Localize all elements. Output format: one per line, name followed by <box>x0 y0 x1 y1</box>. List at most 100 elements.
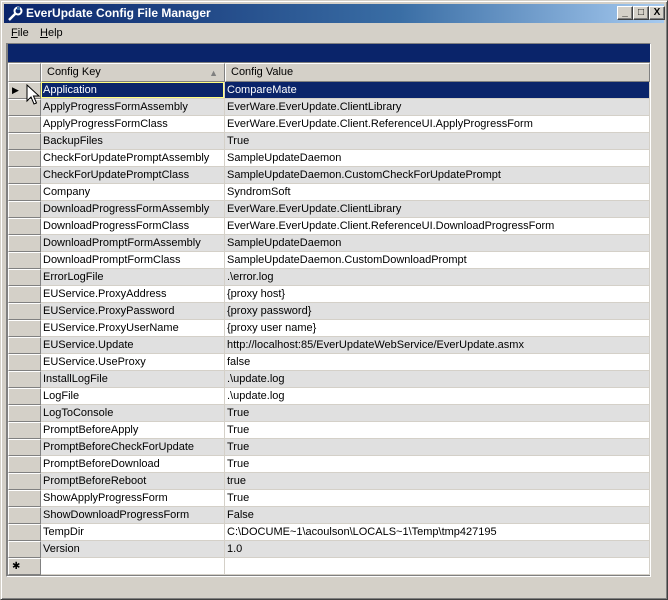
row-header[interactable] <box>8 286 41 303</box>
row-header[interactable] <box>8 388 41 405</box>
new-row-value-cell[interactable] <box>225 558 650 575</box>
config-key-cell[interactable]: LogFile <box>41 388 225 405</box>
config-key-cell[interactable]: EUService.ProxyAddress <box>41 286 225 303</box>
config-value-cell[interactable]: SampleUpdateDaemon <box>225 235 650 252</box>
config-key-cell[interactable]: PromptBeforeReboot <box>41 473 225 490</box>
config-value-cell[interactable]: EverWare.EverUpdate.Client.ReferenceUI.A… <box>225 116 650 133</box>
config-value-cell[interactable]: {proxy host} <box>225 286 650 303</box>
config-value-cell[interactable]: False <box>225 507 650 524</box>
config-value-cell[interactable]: .\update.log <box>225 388 650 405</box>
config-value-cell[interactable]: EverWare.EverUpdate.Client.ReferenceUI.D… <box>225 218 650 235</box>
config-key-cell[interactable]: BackupFiles <box>41 133 225 150</box>
config-key-cell[interactable]: EUService.ProxyUserName <box>41 320 225 337</box>
config-key-cell[interactable]: Version <box>41 541 225 558</box>
config-key-cell[interactable]: Application <box>41 82 225 99</box>
table-row[interactable]: ApplyProgressFormAssembly EverWare.EverUp… <box>8 99 650 116</box>
config-value-cell[interactable]: True <box>225 422 650 439</box>
config-key-cell[interactable]: EUService.UseProxy <box>41 354 225 371</box>
config-key-cell[interactable]: EUService.ProxyPassword <box>41 303 225 320</box>
row-header[interactable] <box>8 320 41 337</box>
row-header[interactable] <box>8 303 41 320</box>
config-key-cell[interactable]: PromptBeforeApply <box>41 422 225 439</box>
row-header[interactable] <box>8 218 41 235</box>
table-row[interactable]: LogToConsole True <box>8 405 650 422</box>
table-row[interactable]: ErrorLogFile .\error.log <box>8 269 650 286</box>
table-row[interactable]: ApplyProgressFormClass EverWare.EverUpdat… <box>8 116 650 133</box>
config-key-cell[interactable]: PromptBeforeDownload <box>41 456 225 473</box>
config-key-cell[interactable]: DownloadProgressFormClass <box>41 218 225 235</box>
header-corner[interactable] <box>8 63 41 82</box>
config-key-cell[interactable]: DownloadProgressFormAssembly <box>41 201 225 218</box>
table-row[interactable]: PromptBeforeDownload True <box>8 456 650 473</box>
table-row[interactable]: DownloadPromptFormClass SampleUpdateDaemo… <box>8 252 650 269</box>
config-value-cell[interactable]: C:\DOCUME~1\acoulson\LOCALS~1\Temp\tmp42… <box>225 524 650 541</box>
config-value-cell[interactable]: True <box>225 405 650 422</box>
column-header-config-value[interactable]: Config Value <box>225 63 650 82</box>
config-value-cell[interactable]: True <box>225 439 650 456</box>
table-row[interactable]: EUService.Update http://localhost:85/Ever… <box>8 337 650 354</box>
row-header[interactable] <box>8 235 41 252</box>
table-row[interactable]: DownloadPromptFormAssembly SampleUpdateDa… <box>8 235 650 252</box>
table-row[interactable]: Company SyndromSoft <box>8 184 650 201</box>
config-value-cell[interactable]: SyndromSoft <box>225 184 650 201</box>
table-row[interactable]: PromptBeforeApply True <box>8 422 650 439</box>
row-header[interactable] <box>8 422 41 439</box>
config-value-cell[interactable]: True <box>225 490 650 507</box>
config-key-cell[interactable]: TempDir <box>41 524 225 541</box>
table-row[interactable]: EUService.ProxyPassword {proxy password} <box>8 303 650 320</box>
row-header[interactable] <box>8 184 41 201</box>
config-grid[interactable]: Config Key ▲ Config Value ▶ Application Co… <box>6 43 651 577</box>
config-key-cell[interactable]: ErrorLogFile <box>41 269 225 286</box>
config-key-cell[interactable]: CheckForUpdatePromptAssembly <box>41 150 225 167</box>
config-key-cell[interactable]: ShowApplyProgressForm <box>41 490 225 507</box>
table-row[interactable]: CheckForUpdatePromptAssembly SampleUpdate… <box>8 150 650 167</box>
table-row[interactable]: InstallLogFile .\update.log <box>8 371 650 388</box>
row-header[interactable] <box>8 116 41 133</box>
close-button[interactable]: X <box>649 6 665 20</box>
row-header[interactable] <box>8 354 41 371</box>
row-header[interactable] <box>8 473 41 490</box>
config-value-cell[interactable]: .\error.log <box>225 269 650 286</box>
maximize-button[interactable]: □ <box>633 6 649 20</box>
row-header[interactable] <box>8 371 41 388</box>
config-key-cell[interactable]: LogToConsole <box>41 405 225 422</box>
table-row[interactable]: ShowApplyProgressForm True <box>8 490 650 507</box>
menu-file[interactable]: File <box>9 26 31 40</box>
config-value-cell[interactable]: .\update.log <box>225 371 650 388</box>
row-header[interactable] <box>8 439 41 456</box>
config-value-cell[interactable]: EverWare.EverUpdate.ClientLibrary <box>225 201 650 218</box>
row-header[interactable] <box>8 507 41 524</box>
table-row[interactable]: CheckForUpdatePromptClass SampleUpdateDae… <box>8 167 650 184</box>
config-value-cell[interactable]: CompareMate <box>225 82 650 99</box>
row-header[interactable] <box>8 456 41 473</box>
config-value-cell[interactable]: SampleUpdateDaemon.CustomDownloadPrompt <box>225 252 650 269</box>
row-header[interactable] <box>8 269 41 286</box>
row-header[interactable] <box>8 541 41 558</box>
table-row[interactable]: ▶ Application CompareMate <box>8 82 650 99</box>
row-header[interactable] <box>8 201 41 218</box>
row-header[interactable] <box>8 405 41 422</box>
config-key-cell[interactable]: ApplyProgressFormClass <box>41 116 225 133</box>
row-header[interactable] <box>8 167 41 184</box>
row-header[interactable] <box>8 524 41 541</box>
table-row[interactable]: DownloadProgressFormAssembly EverWare.Eve… <box>8 201 650 218</box>
table-row[interactable]: Version 1.0 <box>8 541 650 558</box>
row-header[interactable] <box>8 252 41 269</box>
table-row[interactable]: EUService.UseProxy false <box>8 354 650 371</box>
config-value-cell[interactable]: SampleUpdateDaemon.CustomCheckForUpdateP… <box>225 167 650 184</box>
config-value-cell[interactable]: true <box>225 473 650 490</box>
table-row[interactable]: DownloadProgressFormClass EverWare.EverUp… <box>8 218 650 235</box>
minimize-button[interactable]: _ <box>617 6 633 20</box>
config-value-cell[interactable]: {proxy password} <box>225 303 650 320</box>
row-header[interactable] <box>8 337 41 354</box>
table-row[interactable]: TempDir C:\DOCUME~1\acoulson\LOCALS~1\Tem… <box>8 524 650 541</box>
config-value-cell[interactable]: True <box>225 456 650 473</box>
new-row[interactable]: ✱ <box>8 558 650 575</box>
table-row[interactable]: PromptBeforeReboot true <box>8 473 650 490</box>
row-header[interactable] <box>8 133 41 150</box>
config-key-cell[interactable]: CheckForUpdatePromptClass <box>41 167 225 184</box>
config-value-cell[interactable]: True <box>225 133 650 150</box>
table-row[interactable]: ShowDownloadProgressForm False <box>8 507 650 524</box>
config-value-cell[interactable]: http://localhost:85/EverUpdateWebService… <box>225 337 650 354</box>
table-row[interactable]: BackupFiles True <box>8 133 650 150</box>
